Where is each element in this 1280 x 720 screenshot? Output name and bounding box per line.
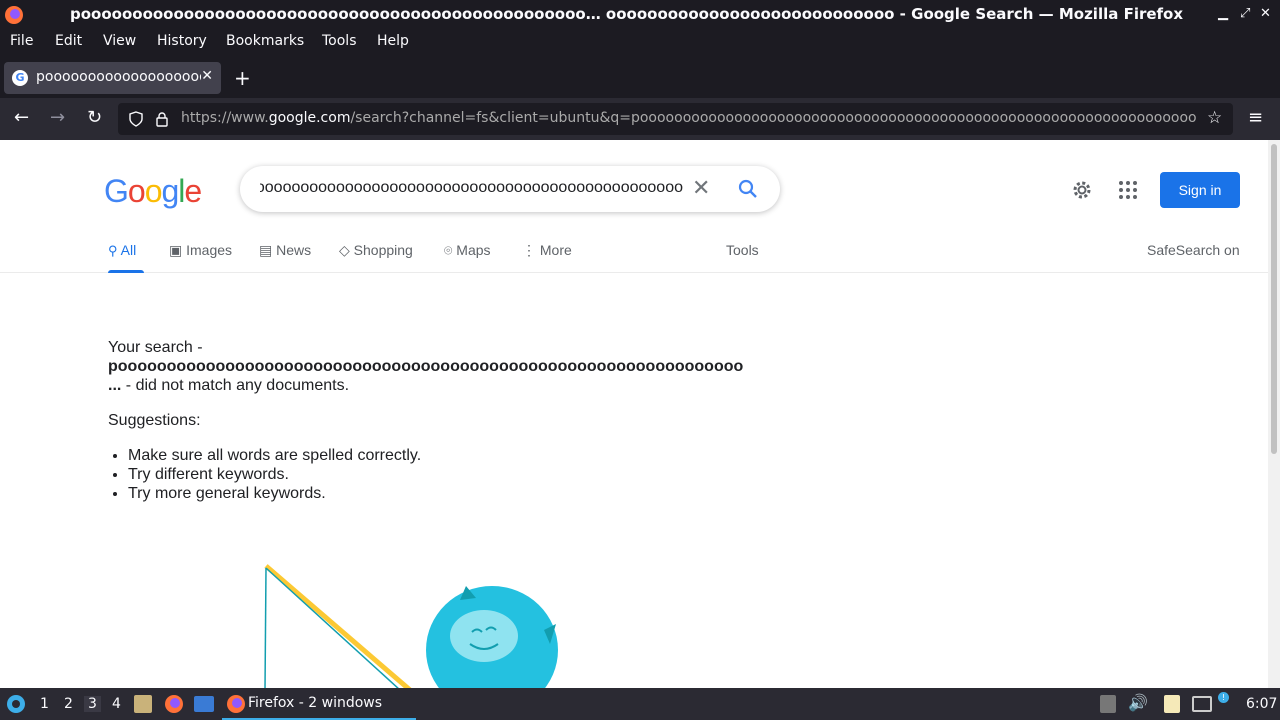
search-small-icon: ⚲ (108, 243, 118, 258)
firefox-icon (5, 6, 23, 24)
bookmark-star-icon[interactable]: ☆ (1207, 108, 1222, 128)
tray-storage-icon[interactable] (1100, 695, 1116, 713)
menu-edit[interactable]: Edit (55, 33, 82, 49)
browser-tab[interactable]: G pooooooooooooooooooooooooooooooooo ✕ (4, 62, 221, 94)
search-tabs: ⚲ All ▣ Images ▤ News ◇ Shopping ⌾ Maps … (0, 240, 1268, 273)
tab-shopping[interactable]: ◇ Shopping (339, 242, 413, 259)
taskbar-firefox-task[interactable]: Firefox - 2 windows (222, 688, 416, 720)
page-scrollbar[interactable] (1268, 140, 1280, 688)
scrollbar-thumb[interactable] (1271, 144, 1277, 454)
url-bar[interactable]: https://www.google.com/search?channel=fs… (118, 103, 1233, 135)
tab-all[interactable]: ⚲ All (108, 242, 136, 259)
menu-bar: File Edit View History Bookmarks Tools H… (0, 30, 1280, 54)
taskbar: 1 2 3 4 Firefox - 2 windows 🔊 ! 6:07 (0, 688, 1280, 720)
desktop-icon[interactable] (194, 696, 214, 712)
tab-strip: G pooooooooooooooooooooooooooooooooo ✕ + (0, 56, 1280, 98)
task-label: Firefox - 2 windows (248, 695, 383, 711)
tab-more[interactable]: ⋮ More (522, 242, 572, 259)
sign-in-button[interactable]: Sign in (1160, 172, 1240, 208)
maximize-icon[interactable]: ⤢ (1240, 6, 1250, 21)
suggestion-item: Make sure all words are spelled correctl… (128, 446, 743, 465)
ellipsis-text: ... (108, 377, 122, 394)
clear-search-icon[interactable]: ✕ (692, 176, 710, 201)
query-echo: pooooooooooooooooooooooooooooooooooooooo… (108, 358, 744, 375)
active-tab-underline (108, 270, 144, 273)
no-match-text: - did not match any documents. (121, 377, 350, 394)
image-icon: ▣ (169, 242, 183, 258)
no-results-message: Your search - pooooooooooooooooooooooooo… (108, 338, 743, 503)
tag-icon: ◇ (339, 242, 350, 258)
safesearch-button[interactable]: SafeSearch on (1147, 242, 1240, 258)
suggestion-item: Try more general keywords. (128, 484, 743, 503)
firefox-launcher-icon[interactable] (164, 694, 184, 714)
workspace-4[interactable]: 4 (112, 696, 121, 712)
more-vert-icon: ⋮ (522, 242, 536, 258)
shield-icon[interactable] (128, 111, 144, 127)
lock-icon[interactable] (155, 111, 169, 127)
suggestion-item: Try different keywords. (128, 465, 743, 484)
minimize-icon[interactable]: ▁ (1218, 6, 1228, 21)
clock: 6:07 (1246, 696, 1278, 712)
close-tab-icon[interactable]: ✕ (201, 68, 213, 84)
window-titlebar: pooooooooooooooooooooooooooooooooooooooo… (0, 0, 1280, 30)
network-icon[interactable] (1192, 696, 1212, 712)
suggestions-list: Make sure all words are spelled correctl… (128, 446, 743, 503)
menu-file[interactable]: File (10, 33, 33, 49)
search-icon[interactable] (737, 178, 759, 200)
forward-icon[interactable]: → (50, 107, 65, 128)
new-tab-icon[interactable]: + (234, 66, 251, 90)
google-logo[interactable]: Google (104, 173, 202, 210)
workspace-1[interactable]: 1 (40, 696, 49, 712)
fishing-monster-illustration (264, 564, 558, 688)
hamburger-menu-icon[interactable]: ≡ (1248, 107, 1263, 128)
menu-bookmarks[interactable]: Bookmarks (226, 33, 304, 49)
tab-title: pooooooooooooooooooooooooooooooooo (36, 69, 201, 85)
google-apps-icon[interactable] (1118, 180, 1138, 200)
menu-tools[interactable]: Tools (322, 33, 357, 49)
google-favicon-icon: G (12, 70, 28, 86)
menu-history[interactable]: History (157, 33, 207, 49)
start-menu-icon[interactable] (6, 694, 26, 714)
suggestions-heading: Suggestions: (108, 412, 201, 429)
file-manager-icon[interactable] (134, 695, 152, 713)
menu-view[interactable]: View (103, 33, 136, 49)
news-icon: ▤ (259, 242, 273, 258)
map-pin-icon: ⌾ (444, 242, 453, 258)
search-box[interactable]: pooooooooooooooooooooooooooooooooooooooo… (240, 166, 780, 212)
tools-button[interactable]: Tools (726, 242, 759, 258)
workspace-3[interactable]: 3 (84, 696, 101, 712)
tab-news[interactable]: ▤ News (259, 242, 311, 259)
firefox-task-icon (227, 695, 245, 713)
notification-icon[interactable]: ! (1218, 692, 1229, 703)
volume-icon[interactable]: 🔊 (1128, 693, 1148, 712)
menu-help[interactable]: Help (377, 33, 409, 49)
window-title: pooooooooooooooooooooooooooooooooooooooo… (70, 5, 1184, 23)
tab-maps[interactable]: ⌾ Maps (444, 242, 491, 259)
web-page: Google poooooooooooooooooooooooooooooooo… (0, 140, 1268, 688)
url-text[interactable]: https://www.google.com/search?channel=fs… (181, 110, 1196, 126)
search-input[interactable]: pooooooooooooooooooooooooooooooooooooooo… (260, 179, 683, 197)
clipboard-icon[interactable] (1164, 695, 1180, 713)
reload-icon[interactable]: ↻ (87, 107, 102, 128)
close-window-icon[interactable]: ✕ (1260, 6, 1271, 21)
nav-bar: ← → ↻ https://www.google.com/search?chan… (0, 98, 1280, 140)
intro-text: Your search - (108, 339, 203, 356)
settings-gear-icon[interactable] (1070, 178, 1094, 202)
workspace-2[interactable]: 2 (64, 696, 73, 712)
back-icon[interactable]: ← (14, 107, 29, 128)
tab-images[interactable]: ▣ Images (169, 242, 232, 259)
